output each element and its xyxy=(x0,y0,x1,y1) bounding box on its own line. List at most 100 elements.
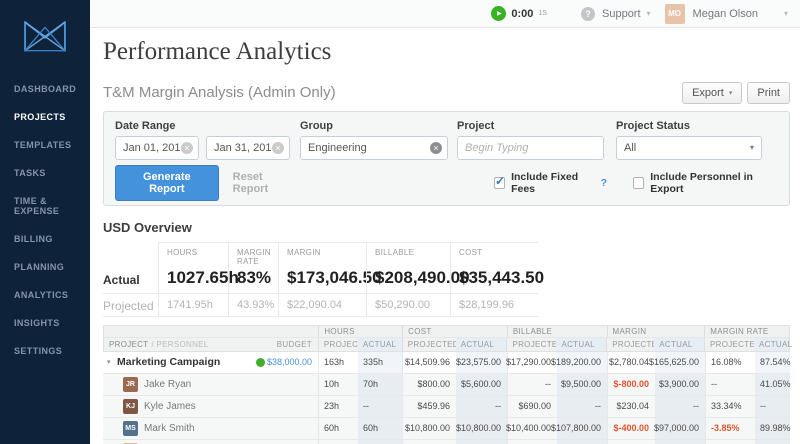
include-personnel-checkbox-group[interactable]: Include Personnel in Export xyxy=(633,171,778,195)
personnel-row[interactable]: KJ Kyle James 23h -- $459.96 -- $690.00 -- $230.… xyxy=(103,395,790,418)
sidebar-item-insights[interactable]: INSIGHTS xyxy=(0,309,90,337)
date-start-input[interactable] xyxy=(123,141,180,154)
table-group-header: BILLABLE xyxy=(506,325,607,337)
budget-value xyxy=(270,374,318,395)
sidebar-nav: DASHBOARD PROJECTS TEMPLATES TASKS TIME & EX… xyxy=(0,75,90,365)
cell-actual: -- xyxy=(358,395,402,417)
reset-report-link[interactable]: Reset Report xyxy=(233,171,296,195)
cell-actual: $3,900.00 xyxy=(655,373,705,395)
column-header-actual: ACTUAL xyxy=(754,337,792,351)
status-dot-cell xyxy=(250,418,270,439)
sidebar-item-planning[interactable]: PLANNING xyxy=(0,253,90,281)
column-header-budget: BUDGET xyxy=(276,339,312,349)
cell-projected: 23h xyxy=(318,395,358,417)
overview-column-header: MARGIN RATE xyxy=(228,241,278,268)
timer-value: 0:00 xyxy=(511,7,534,20)
cell-projected: $10,800.00 xyxy=(402,417,456,439)
cell-actual: 60h xyxy=(358,417,402,439)
personnel-row[interactable]: JR Jake Ryan 10h 70h $800.00 $5,600.00 -- $9,50… xyxy=(103,373,791,396)
support-help-icon[interactable]: ? xyxy=(581,6,595,21)
cell-projected: $2,780.04 xyxy=(607,351,655,373)
budget-value xyxy=(270,396,318,417)
sidebar-item-dashboard[interactable]: DASHBOARD xyxy=(0,75,90,103)
group-input-wrapper: × xyxy=(300,135,448,160)
print-button-label: Print xyxy=(757,86,780,99)
group-field: Group × xyxy=(300,120,448,160)
cell-projected: $459.96 xyxy=(402,395,456,417)
cell-actual: 205h xyxy=(358,439,402,444)
cell-actual: $64,725.00 xyxy=(655,439,705,444)
sidebar-item-billing[interactable]: BILLING xyxy=(0,225,90,253)
topbar: ▶ 0:00 1s ? Support ▾ MO Megan Olson ▾ xyxy=(90,0,800,28)
generate-report-button[interactable]: Generate Report xyxy=(115,165,219,201)
sidebar-item-projects[interactable]: PROJECTS xyxy=(0,103,90,131)
support-menu[interactable]: Support xyxy=(602,8,641,20)
row-name-cell: ▾ Marketing Campaign xyxy=(103,352,250,373)
project-row[interactable]: ▾ Marketing Campaign $38,000.00 163h 335h $14… xyxy=(103,351,791,374)
project-status-select[interactable]: All ▾ xyxy=(616,135,762,160)
caret-expanded-icon[interactable]: ▾ xyxy=(107,358,117,366)
clear-date-start-icon[interactable]: × xyxy=(181,141,193,154)
user-avatar[interactable]: MO xyxy=(664,3,685,24)
cell-actual: 335h xyxy=(358,351,402,373)
support-chevron-icon[interactable]: ▾ xyxy=(647,9,651,18)
budget-value[interactable]: $38,000.00 xyxy=(267,352,318,373)
cell-actual: $189,200.00 xyxy=(551,351,607,373)
cell-projected: $17,290.00 xyxy=(506,351,557,373)
cell-projected: $14,509.96 xyxy=(402,351,456,373)
clear-date-end-icon[interactable]: × xyxy=(272,141,284,154)
cell-actual: 41.05% xyxy=(755,373,791,395)
filter-panel: Date Range × × Group xyxy=(103,110,790,206)
avatar: KJ xyxy=(123,398,138,414)
cell-projected: 33.34% xyxy=(705,395,755,417)
fixed-fees-help-icon[interactable]: ? xyxy=(601,177,607,189)
user-menu-chevron-icon[interactable]: ▾ xyxy=(784,9,788,18)
group-input[interactable] xyxy=(308,141,429,154)
table-group-header: MARGIN RATE xyxy=(704,325,789,337)
header-buttons: Export ▾ Print xyxy=(682,81,790,104)
sidebar-item-time-expense[interactable]: TIME & EXPENSE xyxy=(0,187,90,225)
cell-projected: $3,750.00 xyxy=(607,439,655,444)
personnel-row[interactable]: MS Mark Smith 60h 60h $10,800.00 $10,800.00 $1… xyxy=(103,417,791,440)
overview-projected-value: $22,090.04 xyxy=(278,292,366,317)
status-dot-icon xyxy=(255,357,265,367)
cell-actual: 70h xyxy=(358,373,402,395)
cell-actual: $7,175.00 xyxy=(456,439,507,444)
page-title: Performance Analytics xyxy=(103,38,332,65)
export-button[interactable]: Export ▾ xyxy=(682,81,743,104)
clear-group-icon[interactable]: × xyxy=(430,141,442,154)
column-header-projected: PROJECTED xyxy=(606,337,663,351)
cell-actual: $107,800.00 xyxy=(551,417,607,439)
sidebar-item-tasks[interactable]: TASKS xyxy=(0,159,90,187)
user-name[interactable]: Megan Olson xyxy=(693,8,758,20)
cell-actual: 90.02% xyxy=(755,439,790,444)
project-status-value: All xyxy=(624,141,637,154)
checkbox-unchecked-icon[interactable] xyxy=(633,177,645,189)
date-end-input[interactable] xyxy=(214,141,271,154)
print-button[interactable]: Print xyxy=(747,81,790,104)
sidebar-item-templates[interactable]: TEMPLATES xyxy=(0,131,90,159)
timer-play-icon[interactable]: ▶ xyxy=(491,6,507,21)
overview-projected-value: $50,290.00 xyxy=(366,292,450,317)
cell-projected: 16.08% xyxy=(705,351,755,373)
include-fixed-fees-checkbox-group[interactable]: ✓ Include Fixed Fees ? xyxy=(493,171,607,195)
row-name-cell: MS Mark Smith xyxy=(103,418,250,439)
row-name-cell: MOMegan Olson xyxy=(103,440,250,444)
mavenlink-logo[interactable] xyxy=(19,13,71,59)
cell-projected: 10h xyxy=(318,373,358,395)
table-group-header: HOURS xyxy=(318,325,402,337)
personnel-row[interactable]: MOMegan Olson70h205h$2,450.00$7,175.00$6… xyxy=(103,439,790,444)
project-input-wrapper xyxy=(457,135,604,160)
overview-row-label: Projected xyxy=(103,292,158,317)
column-header-actual: ACTUAL xyxy=(455,337,507,351)
table-subheader-row: PROJECT / PERSONNEL BUDGET PROJECTED ACTUAL P… xyxy=(103,336,792,352)
checkbox-checked-icon[interactable]: ✓ xyxy=(493,174,506,189)
sidebar-item-analytics[interactable]: ANALYTICS xyxy=(0,281,90,309)
project-input[interactable] xyxy=(465,141,585,154)
overview-projected-value: 1741.95h xyxy=(158,292,228,317)
personnel-name: Kyle James xyxy=(144,400,196,412)
column-header-personnel: / PERSONNEL xyxy=(151,339,209,349)
cell-projected: -- xyxy=(507,373,557,395)
sidebar-item-settings[interactable]: SETTINGS xyxy=(0,337,90,365)
column-header-actual: ACTUAL xyxy=(654,337,704,351)
